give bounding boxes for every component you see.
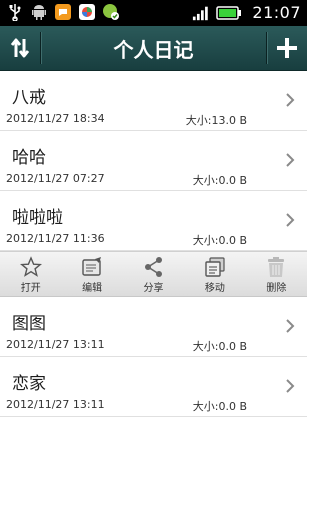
system-icons: 21:07 bbox=[192, 3, 301, 22]
entry-size: 大小:0.0 B bbox=[192, 340, 247, 353]
open-button[interactable]: 打开 bbox=[0, 252, 61, 296]
chevron-right-icon bbox=[286, 213, 295, 227]
move-button[interactable]: 移动 bbox=[184, 252, 245, 296]
diary-list: 八戒 2012/11/27 18:34 大小:13.0 B 哈哈 2012/11… bbox=[0, 71, 307, 417]
entry-title: 哈哈 bbox=[12, 148, 46, 168]
chat-icon bbox=[54, 3, 72, 21]
trash-icon bbox=[268, 257, 285, 277]
entry-title: 八戒 bbox=[12, 88, 46, 108]
chevron-right-icon bbox=[286, 379, 295, 393]
share-icon bbox=[144, 257, 162, 277]
move-label: 移动 bbox=[204, 283, 225, 294]
list-item[interactable]: 哈哈 2012/11/27 07:27 大小:0.0 B bbox=[0, 131, 307, 191]
entry-title: 恋家 bbox=[12, 374, 46, 394]
entry-size: 大小:0.0 B bbox=[192, 174, 247, 187]
delete-button[interactable]: 删除 bbox=[246, 252, 307, 296]
title-divider-right bbox=[266, 32, 267, 64]
signal-icon bbox=[192, 4, 210, 22]
entry-date: 2012/11/27 13:11 bbox=[6, 338, 105, 351]
chevron-right-icon bbox=[286, 153, 295, 167]
entry-size: 大小:0.0 B bbox=[192, 400, 247, 413]
entry-title: 图图 bbox=[12, 314, 46, 334]
list-item[interactable]: 八戒 2012/11/27 18:34 大小:13.0 B bbox=[0, 71, 307, 131]
entry-date: 2012/11/27 11:36 bbox=[6, 232, 105, 245]
entry-size: 大小:13.0 B bbox=[185, 114, 247, 127]
sync-icon bbox=[102, 3, 120, 21]
add-button[interactable] bbox=[269, 26, 305, 70]
chevron-right-icon bbox=[286, 319, 295, 333]
list-item[interactable]: 图图 2012/11/27 13:11 大小:0.0 B bbox=[0, 297, 307, 357]
clock: 21:07 bbox=[252, 3, 301, 22]
status-bar: 21:07 bbox=[0, 0, 307, 26]
chevron-right-icon bbox=[286, 93, 295, 107]
list-item[interactable]: 恋家 2012/11/27 13:11 大小:0.0 B bbox=[0, 357, 307, 417]
title-bar: 个人日记 bbox=[0, 26, 307, 71]
share-button[interactable]: 分享 bbox=[123, 252, 184, 296]
add-icon bbox=[277, 38, 297, 58]
quick-action-bar: 打开 编辑 分享 移动 删除 bbox=[0, 251, 307, 297]
delete-label: 删除 bbox=[266, 283, 287, 294]
star-icon bbox=[19, 256, 42, 277]
entry-size: 大小:0.0 B bbox=[192, 234, 247, 247]
entry-date: 2012/11/27 18:34 bbox=[6, 112, 105, 125]
notification-icons bbox=[6, 3, 120, 21]
usb-icon bbox=[6, 3, 24, 21]
page-title: 个人日记 bbox=[113, 37, 194, 62]
sort-icon bbox=[10, 38, 30, 58]
battery-icon bbox=[216, 4, 242, 22]
entry-date: 2012/11/27 13:11 bbox=[6, 398, 105, 411]
share-label: 分享 bbox=[143, 283, 164, 294]
entry-title: 啦啦啦 bbox=[12, 208, 63, 228]
android-debug-icon bbox=[30, 3, 48, 21]
edit-label: 编辑 bbox=[82, 283, 103, 294]
photo-app-icon bbox=[78, 3, 96, 21]
list-item[interactable]: 啦啦啦 2012/11/27 11:36 大小:0.0 B bbox=[0, 191, 307, 251]
entry-date: 2012/11/27 07:27 bbox=[6, 172, 105, 185]
open-label: 打开 bbox=[20, 283, 41, 294]
edit-button[interactable]: 编辑 bbox=[61, 252, 122, 296]
move-icon bbox=[205, 257, 225, 277]
sort-button[interactable] bbox=[2, 26, 38, 70]
edit-icon bbox=[82, 257, 102, 276]
